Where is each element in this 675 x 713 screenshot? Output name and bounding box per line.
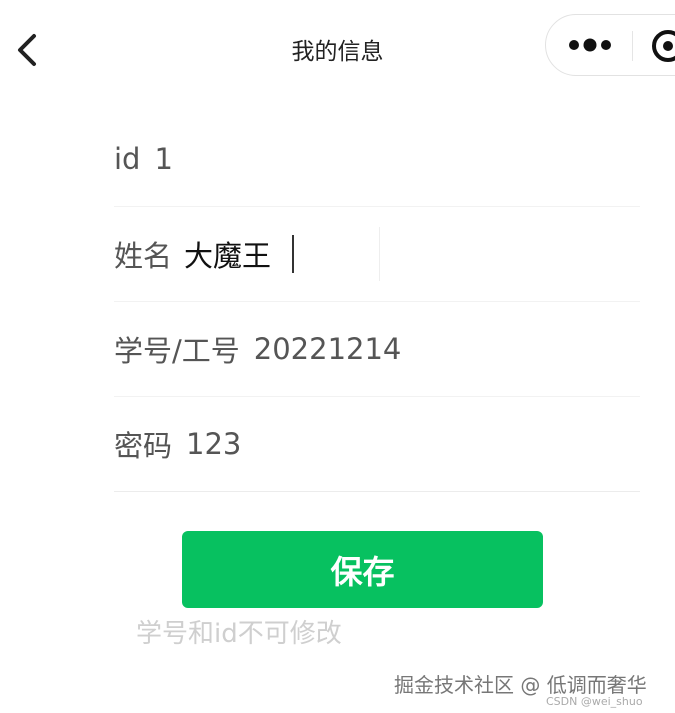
- capsule-divider: [632, 31, 633, 61]
- hint-text: 学号和id不可修改: [136, 619, 342, 649]
- student-number-label: 学号/工号: [114, 334, 240, 368]
- id-value: 1: [154, 142, 173, 176]
- name-label: 姓名: [114, 239, 173, 273]
- name-input[interactable]: [182, 237, 363, 271]
- text-cursor: [292, 235, 294, 273]
- close-circle-icon: [652, 30, 675, 62]
- student-number-value: 20221214: [253, 332, 402, 366]
- watermark-main: 掘金技术社区 @ 低调而奢华: [394, 673, 647, 697]
- password-value: 123: [186, 427, 242, 461]
- input-edge: [379, 227, 380, 281]
- watermark-sub: CSDN @wei_shuo: [546, 695, 643, 708]
- password-row: 密码 123: [114, 397, 640, 492]
- navigation-bar: 我的信息: [0, 0, 675, 100]
- name-row: 姓名: [114, 207, 640, 302]
- save-button[interactable]: 保存: [182, 531, 543, 608]
- more-button[interactable]: [560, 25, 620, 65]
- id-row: id 1: [114, 112, 640, 207]
- student-number-row: 学号/工号 20221214: [114, 302, 640, 397]
- id-label: id: [114, 142, 141, 176]
- info-form: id 1 姓名 学号/工号 20221214 密码 123: [114, 112, 640, 492]
- password-label: 密码: [114, 429, 173, 463]
- mini-program-capsule: [545, 14, 675, 76]
- more-dots-icon: [569, 38, 611, 52]
- close-button[interactable]: [650, 28, 675, 64]
